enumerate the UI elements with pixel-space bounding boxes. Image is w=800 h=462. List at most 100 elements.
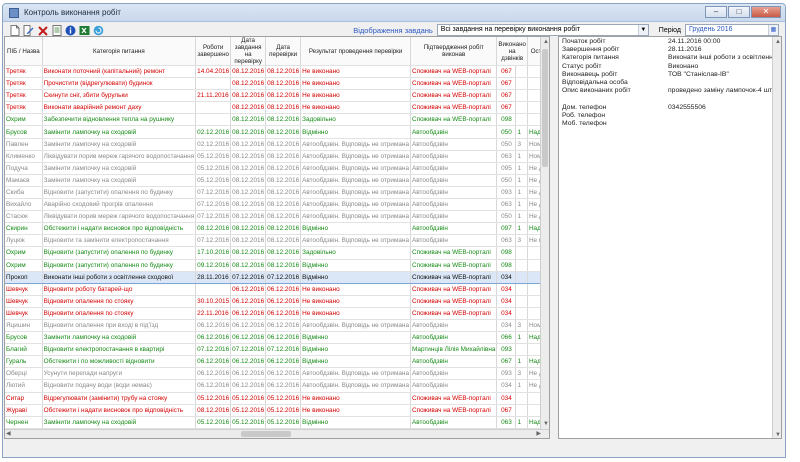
table-row[interactable]: Охрим Забезпечити відновлення тепла на ру… <box>5 113 549 127</box>
table-cell: 14.04.2016 <box>195 65 232 79</box>
close-button[interactable]: ✕ <box>751 6 781 18</box>
table-row[interactable]: Третяк Виконати аварійний ремонт даху 08.1… <box>5 101 549 115</box>
table-row[interactable]: Скиба Відновити (запустити) опалення по б… <box>5 186 549 200</box>
grid-vertical-scrollbar[interactable]: ▲ ▼ <box>540 37 549 429</box>
table-cell: 034 <box>496 270 517 284</box>
new-doc-icon[interactable] <box>9 25 20 36</box>
maximize-button[interactable]: □ <box>728 6 750 18</box>
table-cell: 3 <box>515 234 528 248</box>
refresh-icon[interactable] <box>93 25 104 36</box>
details-vertical-scrollbar[interactable]: ▲ ▼ <box>772 37 781 438</box>
table-row[interactable]: Скирин Обстежити і надати висновок про ві… <box>5 222 549 236</box>
detail-value <box>668 95 781 103</box>
column-header[interactable]: Підтвердження робіт виконав <box>410 37 498 66</box>
table-row[interactable]: Прокоп Виконати інші роботи з освітлення … <box>5 270 549 284</box>
details-scroll-down-icon[interactable]: ▼ <box>775 431 781 438</box>
table-cell: Скинути сніг, збити бурульки <box>42 89 197 103</box>
report-icon[interactable] <box>51 25 62 36</box>
table-cell: 08.12.2016 <box>265 150 302 163</box>
column-header[interactable]: Виконано на дзвінків <box>496 37 528 66</box>
column-header[interactable]: Категорія питання <box>42 37 197 66</box>
table-cell: Відновити (запустити) опалення по будинк… <box>42 259 197 272</box>
scroll-left-icon[interactable]: ◀ <box>6 430 11 438</box>
detail-label: Виконавець робіт <box>562 70 618 78</box>
table-row[interactable]: Шевчук Відновити опалення по стояку 22.11.… <box>5 307 549 320</box>
minimize-button[interactable]: – <box>705 6 727 18</box>
delete-icon[interactable] <box>37 25 48 36</box>
table-cell: Автообдзвін <box>410 210 498 224</box>
table-row[interactable]: Оберці Усунути перепади напруги 06.12.2016… <box>5 367 549 381</box>
table-row[interactable]: Мамаєв Замінити лампочку на сходовій 05.12… <box>5 174 549 187</box>
table-cell: 063 <box>496 234 517 248</box>
filter-select[interactable]: Всі завдання на перевірку виконання робі… <box>436 24 649 36</box>
grid-vertical-thumb[interactable] <box>542 49 548 167</box>
table-row[interactable]: Охрим Відновити (запустити) опалення по б… <box>5 246 549 260</box>
table-row[interactable]: Третяк Скинути сніг, збити бурульки 21.11.… <box>5 89 549 103</box>
table-row[interactable]: Гураль Обстежити і по можливості відновит… <box>5 355 549 369</box>
table-row[interactable]: Клименко Ліквідувати порив мереж гарячого… <box>5 150 549 163</box>
table-cell: Не виконано <box>300 101 411 115</box>
details-scroll-up-icon[interactable]: ▲ <box>775 38 781 46</box>
table-row[interactable]: Шевчук Відновити роботу батарей-що 06.12.2… <box>5 283 549 296</box>
scroll-down-icon[interactable]: ▼ <box>543 420 549 428</box>
info-icon[interactable] <box>65 25 76 36</box>
column-header[interactable]: ПІБ / Назва <box>5 37 43 66</box>
tasks-grid[interactable]: ПІБ / Назва Категорія питання Роботи завер… <box>4 36 550 439</box>
chevron-down-icon[interactable]: ▼ <box>637 25 648 35</box>
table-cell: Відмінно <box>300 270 411 284</box>
table-row[interactable]: Третяк Прочистити (відрегулювати) будинок… <box>5 77 549 91</box>
excel-icon[interactable] <box>79 25 90 36</box>
table-row[interactable]: Павлен Замінити лампочку на сходовій 02.12… <box>5 138 549 151</box>
scroll-right-icon[interactable]: ▶ <box>536 430 541 438</box>
table-cell: 08.12.2016 <box>265 125 302 139</box>
table-row[interactable]: Стасюк Ліквідувати порив мереж гарячого в… <box>5 210 549 224</box>
table-row[interactable]: Третяк Виконати поточний (капітальний) ре… <box>5 65 549 79</box>
table-row[interactable]: Жураві Обстежити і надати висновок про ві… <box>5 404 549 417</box>
table-cell: 034 <box>496 379 517 393</box>
table-cell: 06.12.2016 <box>230 307 267 320</box>
table-row[interactable]: Яцишин Відновити опалення при вході в під… <box>5 319 549 333</box>
table-cell: Відновити (запустити) опалення по будинк… <box>42 186 197 200</box>
column-header[interactable]: Дата перевірки <box>265 37 302 66</box>
table-cell: Замінити лампочку на сходовій <box>42 174 197 187</box>
table-cell: Автообдзвін. Відповідь не отримана <box>300 234 411 248</box>
table-cell: 08.12.2016 <box>230 113 267 127</box>
column-header[interactable]: Дата завдання на перевірку <box>230 37 267 66</box>
column-header[interactable]: Роботи завершено <box>195 37 232 66</box>
column-header[interactable]: Результат проведення перевірки <box>300 37 411 66</box>
table-row[interactable]: Чернен Замінити лампочку на сходовій 05.12… <box>5 416 549 429</box>
table-cell: Споживач на WEB-порталі <box>410 259 498 272</box>
table-row[interactable]: Лютий Відновити подачу води (води немає) 0… <box>5 379 549 393</box>
detail-value: ТОВ "Станіслав-ІВ" <box>668 70 729 78</box>
scroll-up-icon[interactable]: ▲ <box>543 38 549 46</box>
table-row[interactable]: Благий Відновити електропостачання в квар… <box>5 343 549 357</box>
table-row[interactable]: Шевчук Відновити опалення по стояку 30.10.… <box>5 295 549 308</box>
table-cell: Третяк <box>5 89 43 103</box>
table-cell: Шевчук <box>5 307 43 320</box>
table-cell: 093 <box>496 343 517 357</box>
table-cell: Не виконано <box>300 295 411 308</box>
table-cell: 3 <box>515 367 528 381</box>
table-cell: 050 <box>496 125 517 139</box>
detail-row: Дом. телефон 0342555506 <box>559 104 781 112</box>
table-row[interactable]: Подуча Замінити лампочку на сходовій 05.12… <box>5 162 549 175</box>
table-cell <box>515 101 528 115</box>
edit-icon[interactable] <box>23 25 34 36</box>
table-row[interactable]: Охрим Відновити (запустити) опалення по б… <box>5 259 549 272</box>
grid-horizontal-scrollbar[interactable]: ◀ ▶ <box>5 429 549 438</box>
calendar-dropdown-icon[interactable]: ▦ <box>768 25 778 35</box>
table-cell: Автообдзвін. Відповідь не отримана <box>300 367 411 381</box>
period-select[interactable]: Грудень 2016 ▦ <box>685 24 779 36</box>
table-cell: 05.12.2016 <box>265 404 302 417</box>
table-row[interactable]: Ситар Відрегулювати (замінити) трубу на с… <box>5 392 549 405</box>
grid-horizontal-thumb[interactable] <box>241 431 291 437</box>
table-row[interactable]: Луцюк Відновити та замінити електропостач… <box>5 234 549 248</box>
table-cell: 07.12.2016 <box>195 234 232 248</box>
table-row[interactable]: Брусов Замінити лампочку на сходовій 02.12… <box>5 125 549 139</box>
table-cell: Автообдзвін. Відповідь не отримана <box>300 319 411 333</box>
table-row[interactable]: Брусов Замінити лампочку на сходовій 06.12… <box>5 331 549 345</box>
table-cell: 050 <box>496 138 517 151</box>
table-cell: Клименко <box>5 150 43 163</box>
table-row[interactable]: Вихайло Аварійно сходовий прогрів опаленн… <box>5 198 549 212</box>
table-cell: 05.12.2016 <box>265 392 302 405</box>
